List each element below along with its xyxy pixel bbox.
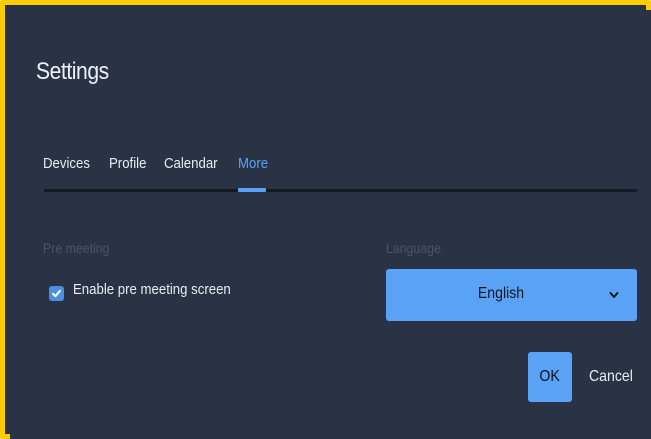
tab-more[interactable]: More [238, 155, 268, 172]
pre-meeting-label: Pre meeting [43, 240, 110, 256]
enable-pre-meeting-checkbox[interactable] [49, 286, 64, 301]
chevron-down-icon [609, 292, 619, 298]
language-select-value: English [477, 285, 525, 302]
tab-profile[interactable]: Profile [109, 155, 146, 172]
dialog-title: Settings [36, 58, 109, 85]
language-label: Language [386, 240, 441, 256]
tab-divider [44, 189, 637, 192]
active-tab-indicator [238, 188, 266, 192]
settings-dialog: Settings Devices Profile Calendar More P… [10, 10, 651, 439]
ok-button-label: OK [539, 368, 561, 385]
checkmark-icon [52, 289, 61, 298]
highlight-frame: Settings Devices Profile Calendar More P… [0, 0, 651, 439]
tab-calendar[interactable]: Calendar [164, 155, 218, 172]
cancel-button[interactable]: Cancel [586, 352, 634, 402]
enable-pre-meeting-label[interactable]: Enable pre meeting screen [73, 281, 231, 298]
tab-devices[interactable]: Devices [43, 155, 90, 172]
cancel-button-label: Cancel [588, 368, 633, 385]
language-select[interactable]: English [386, 269, 637, 321]
ok-button[interactable]: OK [528, 352, 572, 402]
